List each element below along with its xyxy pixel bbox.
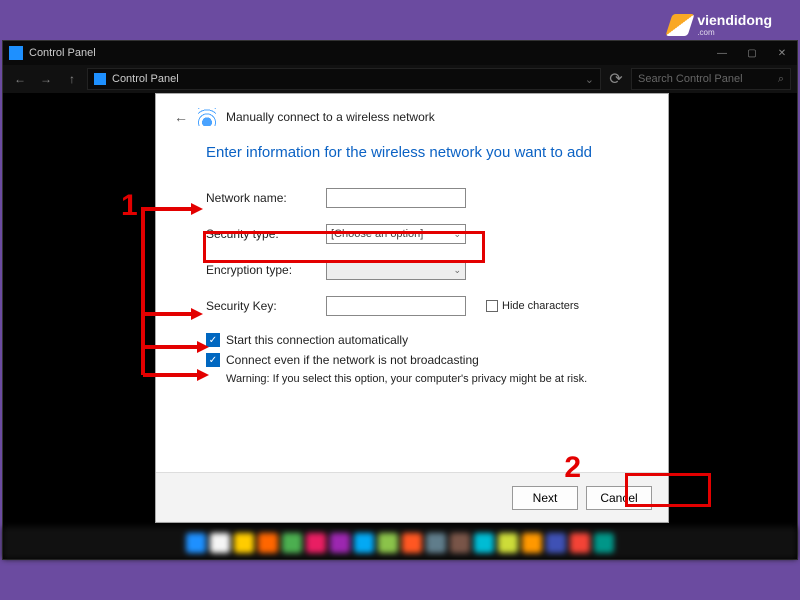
hide-characters-label: Hide characters [502, 300, 579, 312]
search-icon: ⌕ [778, 73, 784, 86]
close-button[interactable]: ✕ [767, 48, 797, 59]
connect-hidden-label: Connect even if the network is not broad… [226, 353, 479, 367]
encryption-type-row: Encryption type: ⌄ [206, 257, 640, 283]
annotation-number-2: 2 [564, 451, 581, 485]
security-key-input[interactable] [326, 296, 466, 316]
watermark-logo-icon [666, 14, 695, 36]
chevron-down-icon: ⌄ [453, 229, 461, 240]
taskbar-item[interactable] [570, 533, 590, 553]
taskbar-item[interactable] [258, 533, 278, 553]
app-window: Control Panel — ▢ ✕ ← → ↑ Control Panel … [2, 40, 798, 560]
control-panel-icon [9, 46, 23, 60]
next-button[interactable]: Next [512, 486, 578, 510]
wizard-title: Manually connect to a wireless network [226, 110, 435, 124]
taskbar-item[interactable] [186, 533, 206, 553]
connect-hidden-checkbox[interactable]: ✓ [206, 353, 220, 367]
taskbar-item[interactable] [594, 533, 614, 553]
wizard-header: ← Manually connect to a wireless network [156, 94, 668, 134]
taskbar-item[interactable] [402, 533, 422, 553]
window-title: Control Panel [29, 47, 707, 59]
wizard-heading: Enter information for the wireless netwo… [206, 144, 640, 161]
taskbar-item[interactable] [450, 533, 470, 553]
refresh-button[interactable]: ⟳ [605, 69, 627, 89]
encryption-type-label: Encryption type: [206, 263, 326, 277]
security-type-select[interactable]: [Choose an option] ⌄ [326, 224, 466, 244]
security-type-label: Security type: [206, 227, 326, 241]
up-button[interactable]: ↑ [61, 68, 83, 90]
check-icon: ✓ [209, 355, 217, 366]
taskbar-item[interactable] [522, 533, 542, 553]
taskbar-item[interactable] [546, 533, 566, 553]
annotation-connector [141, 207, 145, 375]
address-icon [94, 73, 106, 85]
titlebar: Control Panel — ▢ ✕ [3, 41, 797, 65]
security-key-label: Security Key: [206, 299, 326, 313]
encryption-type-select[interactable]: ⌄ [326, 260, 466, 280]
watermark: viendidong .com [669, 12, 772, 37]
minimize-button[interactable]: — [707, 48, 737, 59]
connect-hidden-row: ✓ Connect even if the network is not bro… [206, 353, 640, 367]
wizard-body: Enter information for the wireless netwo… [156, 134, 668, 472]
taskbar-item[interactable] [234, 533, 254, 553]
cancel-button[interactable]: Cancel [586, 486, 652, 510]
security-type-value: [Choose an option] [331, 228, 423, 240]
wizard-back-button[interactable]: ← [174, 109, 188, 125]
check-icon: ✓ [209, 335, 217, 346]
auto-connect-checkbox[interactable]: ✓ [206, 333, 220, 347]
annotation-number-1: 1 [121, 189, 138, 223]
taskbar-item[interactable] [330, 533, 350, 553]
wireless-network-icon [198, 108, 216, 126]
auto-connect-row: ✓ Start this connection automatically [206, 333, 640, 347]
taskbar-item[interactable] [498, 533, 518, 553]
auto-connect-label: Start this connection automatically [226, 333, 408, 347]
taskbar-item[interactable] [354, 533, 374, 553]
forward-button[interactable]: → [35, 68, 57, 90]
taskbar-item[interactable] [210, 533, 230, 553]
network-name-input[interactable] [326, 188, 466, 208]
wizard-footer: Next Cancel [156, 472, 668, 522]
taskbar-item[interactable] [378, 533, 398, 553]
maximize-button[interactable]: ▢ [737, 48, 767, 59]
chevron-down-icon[interactable]: ⌄ [585, 73, 594, 86]
taskbar-item[interactable] [474, 533, 494, 553]
watermark-brand: viendidong [697, 12, 772, 28]
watermark-sub: .com [697, 28, 772, 37]
privacy-warning: Warning: If you select this option, your… [226, 373, 640, 385]
taskbar-item[interactable] [306, 533, 326, 553]
taskbar-item[interactable] [282, 533, 302, 553]
taskbar[interactable] [3, 527, 797, 559]
network-name-label: Network name: [206, 191, 326, 205]
breadcrumb: Control Panel [112, 73, 179, 85]
chevron-down-icon: ⌄ [453, 265, 461, 276]
hide-characters-row: Hide characters [486, 300, 579, 312]
security-key-row: Security Key: Hide characters [206, 293, 640, 319]
taskbar-item[interactable] [426, 533, 446, 553]
search-input[interactable]: Search Control Panel ⌕ [631, 68, 791, 90]
security-type-row: Security type: [Choose an option] ⌄ [206, 221, 640, 247]
hide-characters-checkbox[interactable] [486, 300, 498, 312]
wizard-dialog: ← Manually connect to a wireless network… [155, 93, 669, 523]
back-button[interactable]: ← [9, 68, 31, 90]
address-bar[interactable]: Control Panel ⌄ [87, 68, 601, 90]
nav-toolbar: ← → ↑ Control Panel ⌄ ⟳ Search Control P… [3, 65, 797, 93]
search-placeholder: Search Control Panel [638, 73, 743, 85]
network-name-row: Network name: [206, 185, 640, 211]
